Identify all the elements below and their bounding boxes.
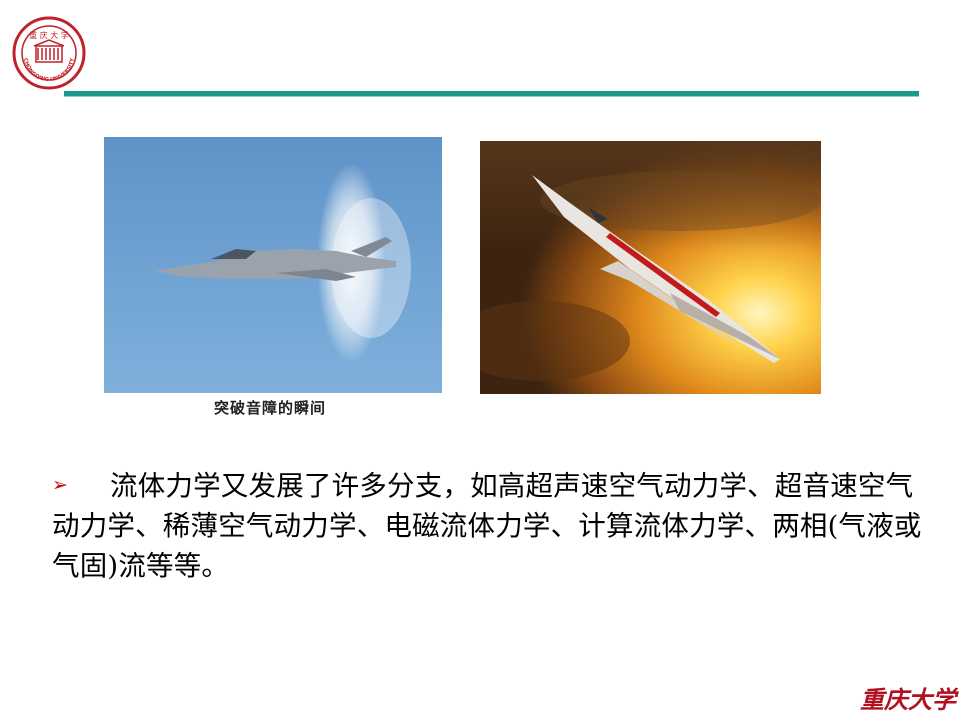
svg-text:重 庆 大 学: 重 庆 大 学 <box>29 30 69 40</box>
supersonic-jet-photo <box>480 141 821 394</box>
bullet-arrow-icon: ➢ <box>52 474 68 496</box>
university-calligraphy-mark: 重庆大学 <box>860 685 959 714</box>
university-seal-logo: CHONGQING UNIVERSITY 重 庆 大 学 <box>12 16 86 90</box>
bullet-paragraph: ➢ 流体力学又发展了许多分支，如高超声速空气动力学、超音速空气动力学、稀薄空气动… <box>52 466 922 586</box>
sound-barrier-photo: 突破音障的瞬间 <box>96 133 444 424</box>
supersonic-jet-image <box>480 141 821 394</box>
header-divider-shadow <box>64 96 919 97</box>
paragraph-text: 流体力学又发展了许多分支，如高超声速空气动力学、超音速空气动力学、稀薄空气动力学… <box>52 470 922 582</box>
sound-barrier-image <box>104 137 442 393</box>
calligraphy-text: 重庆大学 <box>860 685 959 714</box>
photo-caption: 突破音障的瞬间 <box>213 399 326 417</box>
